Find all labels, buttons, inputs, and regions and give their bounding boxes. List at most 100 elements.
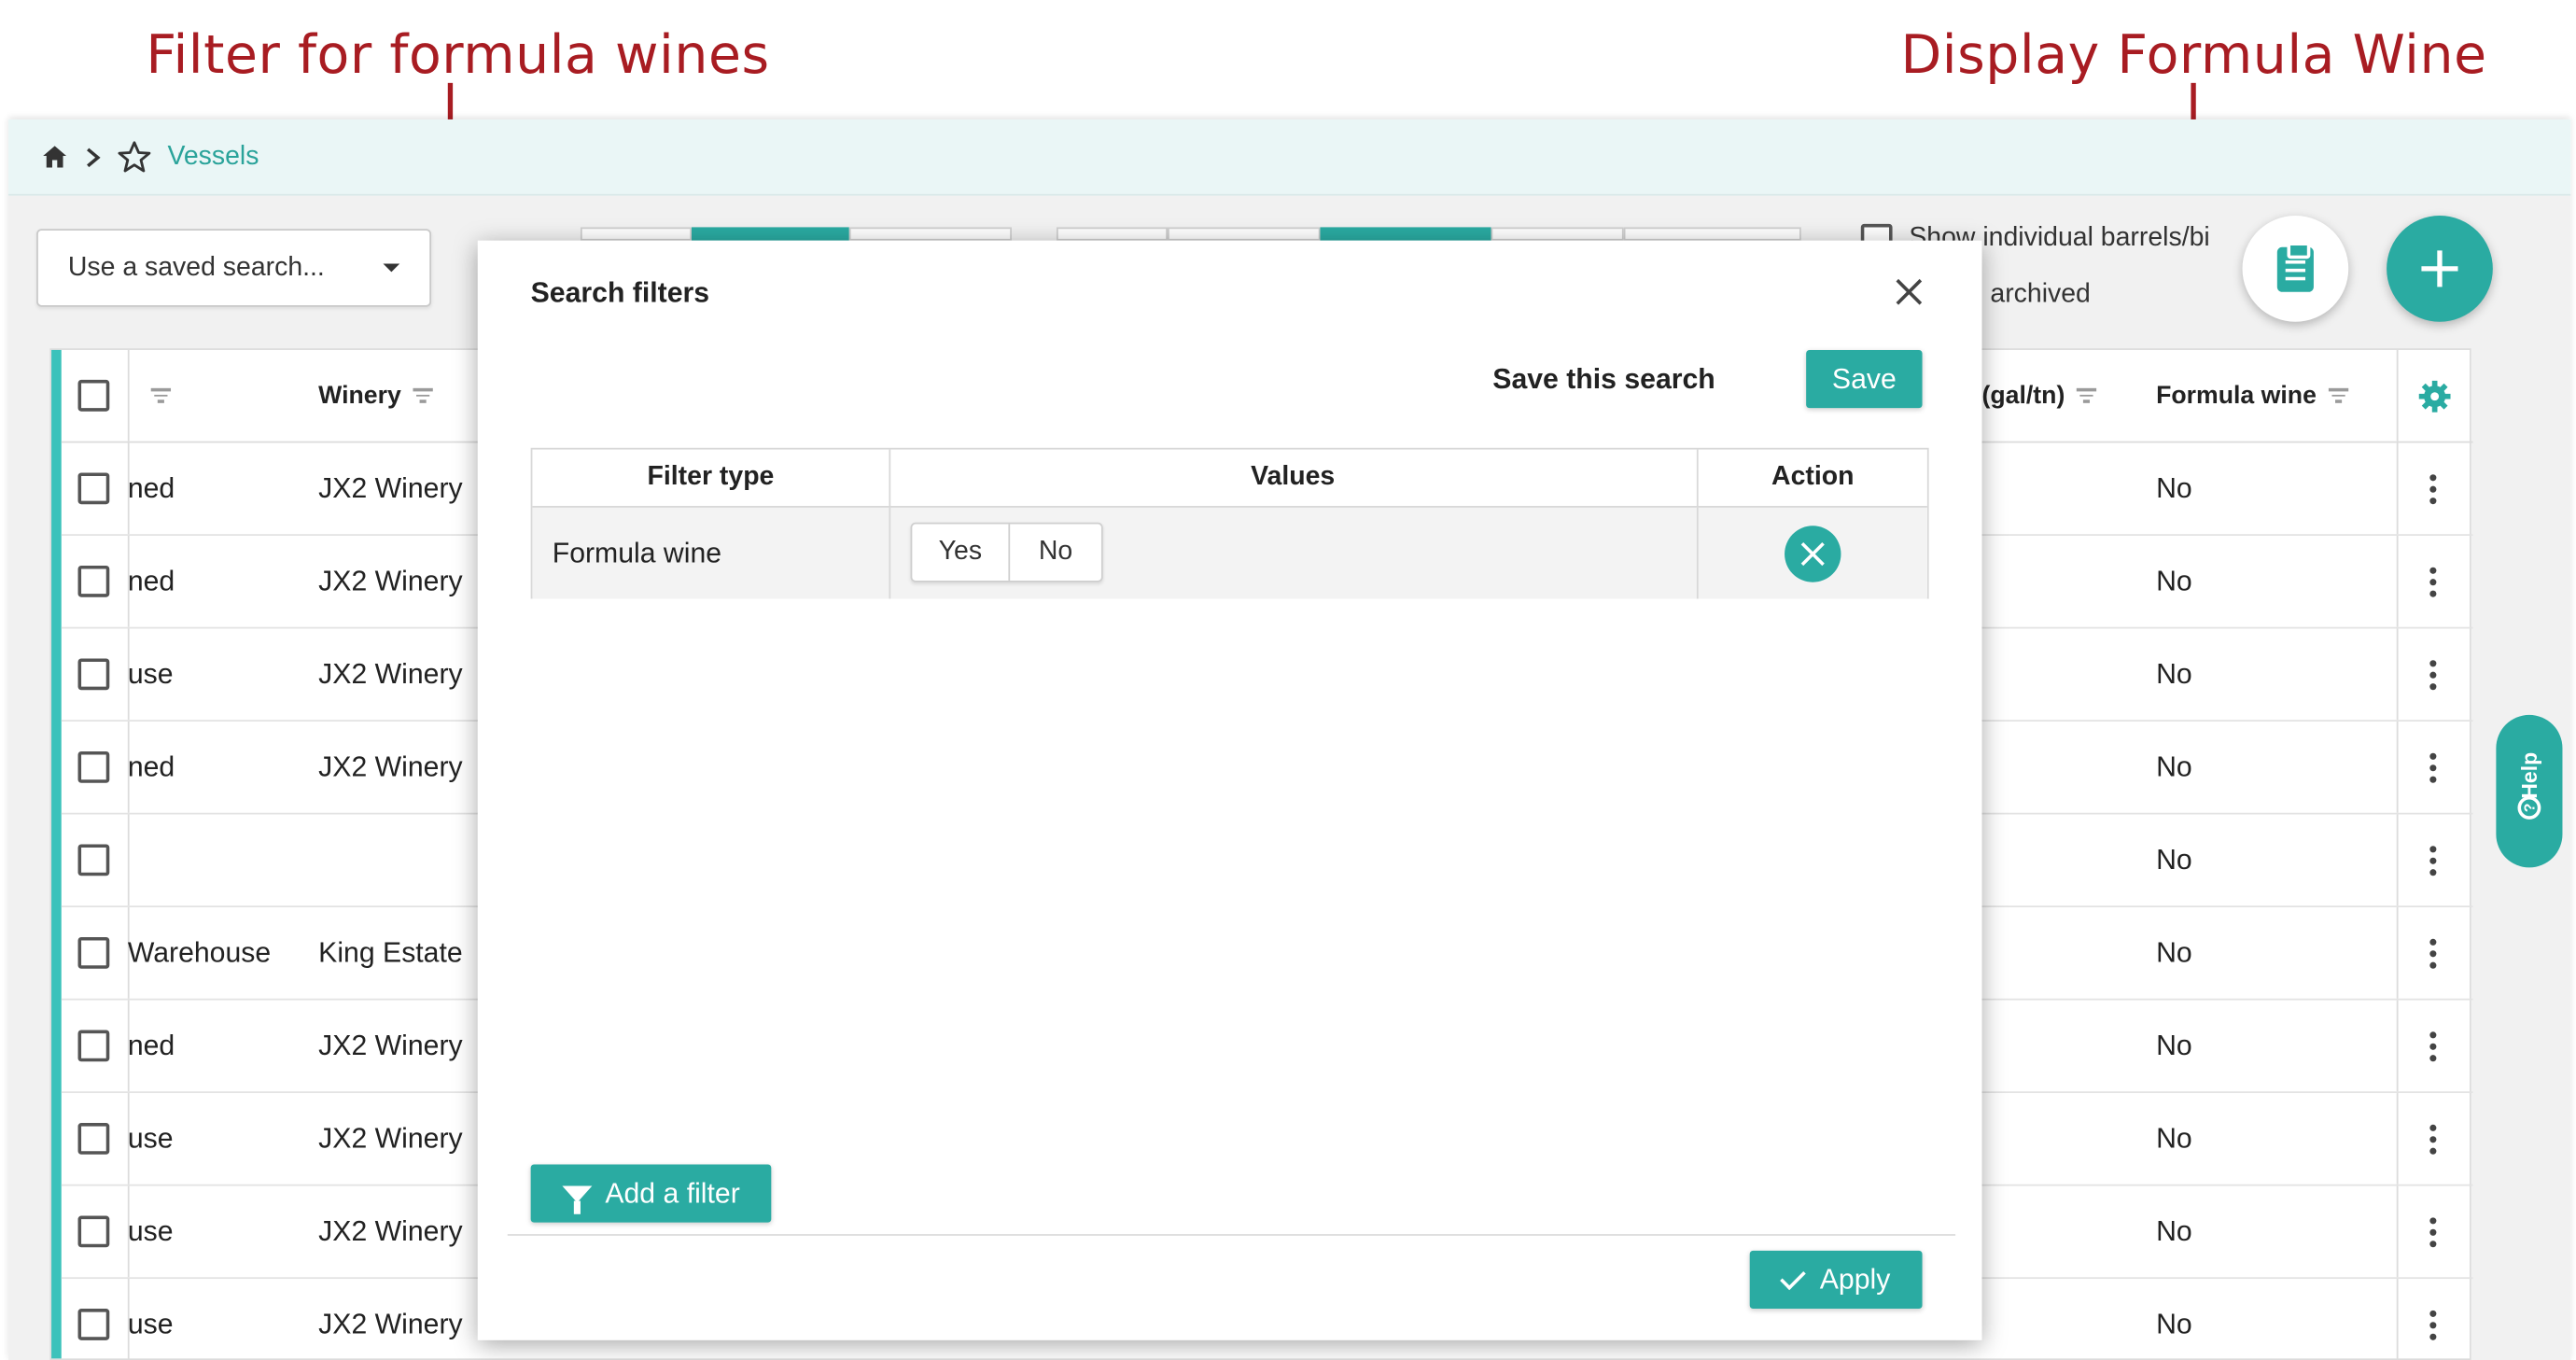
row-menu-icon[interactable] — [2429, 473, 2437, 504]
search-filters-modal: Search filters Save this search Save Fil… — [477, 240, 1982, 1340]
row-location: ned — [127, 1029, 175, 1061]
saved-search-select[interactable]: Use a saved search... — [36, 229, 432, 307]
row-winery: JX2 Winery — [318, 1122, 463, 1154]
close-icon[interactable] — [1891, 273, 1927, 310]
row-winery: JX2 Winery — [318, 1214, 463, 1247]
table-accent-bar — [51, 349, 62, 1359]
archived-label: archived — [1990, 280, 2091, 309]
add-filter-button[interactable]: Add a filter — [530, 1164, 772, 1223]
row-location: ned — [127, 565, 175, 596]
row-formula-wine: No — [2156, 471, 2192, 504]
status-toggle-segment[interactable] — [1056, 227, 1169, 241]
sort-icon[interactable] — [2076, 386, 2097, 406]
row-winery: JX2 Winery — [318, 1029, 463, 1061]
save-search-label: Save this search — [1492, 363, 1715, 395]
row-checkbox[interactable] — [77, 937, 110, 969]
saved-search-placeholder: Use a saved search... — [67, 252, 325, 282]
annotation-display-label: Display Formula Wine — [1900, 22, 2487, 87]
filter-row: Formula wine Yes No — [532, 505, 1927, 599]
help-tab[interactable]: Help ? — [2496, 714, 2563, 868]
home-icon[interactable] — [41, 145, 67, 170]
yes-no-toggle[interactable]: Yes No — [910, 522, 1103, 582]
row-formula-wine: No — [2156, 1122, 2192, 1154]
row-winery: JX2 Winery — [318, 565, 463, 596]
select-all-checkbox[interactable] — [77, 379, 110, 412]
row-winery: JX2 Winery — [318, 471, 463, 504]
row-checkbox[interactable] — [77, 1309, 110, 1340]
row-checkbox[interactable] — [77, 750, 110, 783]
row-location: use — [127, 1214, 174, 1247]
row-checkbox[interactable] — [77, 472, 110, 505]
row-formula-wine: No — [2156, 1214, 2192, 1247]
modal-divider — [507, 1234, 1956, 1236]
plus-icon — [2421, 250, 2458, 287]
apply-button[interactable]: Apply — [1749, 1250, 1923, 1310]
filters-table: Filter type Values Action Formula wine Y… — [530, 447, 1929, 599]
apply-label: Apply — [1819, 1263, 1891, 1295]
modal-title: Search filters — [530, 276, 710, 309]
filter-type-value: Formula wine — [552, 536, 722, 568]
row-menu-icon[interactable] — [2429, 937, 2437, 968]
row-winery: King Estate — [318, 936, 463, 968]
header-gal-tn[interactable]: (gal/tn) — [1982, 382, 2065, 410]
header-winery[interactable]: Winery — [318, 382, 401, 410]
row-location: use — [127, 1122, 174, 1154]
row-formula-wine: No — [2156, 657, 2192, 690]
row-menu-icon[interactable] — [2429, 1216, 2437, 1247]
row-checkbox[interactable] — [77, 844, 110, 876]
row-menu-icon[interactable] — [2429, 845, 2437, 876]
row-location: Warehouse — [127, 936, 272, 968]
row-location: use — [127, 657, 174, 690]
row-winery: JX2 Winery — [318, 1308, 463, 1339]
row-menu-icon[interactable] — [2429, 659, 2437, 690]
row-checkbox[interactable] — [77, 658, 110, 691]
star-outline-icon[interactable] — [118, 141, 151, 173]
yes-option[interactable]: Yes — [912, 524, 1011, 581]
sort-icon[interactable] — [2328, 386, 2348, 406]
clipboard-button[interactable] — [2242, 216, 2349, 322]
row-location: ned — [127, 750, 175, 782]
sort-icon[interactable] — [150, 386, 172, 406]
row-formula-wine: No — [2156, 843, 2192, 876]
status-toggle-segment-active[interactable] — [1320, 227, 1491, 241]
row-menu-icon[interactable] — [2429, 1123, 2437, 1154]
filter-funnel-icon — [562, 1185, 593, 1213]
add-filter-label: Add a filter — [605, 1176, 740, 1209]
row-location: ned — [127, 471, 175, 504]
action-header: Action — [1771, 462, 1855, 491]
row-formula-wine: No — [2156, 936, 2192, 968]
view-toggle-segment-active[interactable] — [692, 227, 849, 241]
row-checkbox[interactable] — [77, 1215, 110, 1248]
no-option[interactable]: No — [1010, 525, 1101, 581]
status-toggle-segment[interactable] — [1491, 227, 1624, 241]
header-formula-wine[interactable]: Formula wine — [2156, 382, 2317, 410]
breadcrumb-vessels-link[interactable]: Vessels — [167, 142, 259, 172]
add-vessel-button[interactable] — [2387, 216, 2493, 322]
row-location: use — [127, 1308, 174, 1339]
row-formula-wine: No — [2156, 1308, 2192, 1339]
help-label: Help — [2516, 751, 2542, 799]
chevron-right-icon — [87, 147, 101, 167]
status-toggle-segment[interactable] — [1168, 227, 1321, 241]
settings-gear-icon[interactable] — [2418, 379, 2452, 413]
row-menu-icon[interactable] — [2429, 1031, 2437, 1061]
row-checkbox[interactable] — [77, 1030, 110, 1062]
clipboard-icon — [2276, 241, 2314, 291]
row-checkbox[interactable] — [77, 1123, 110, 1155]
values-header: Values — [1251, 462, 1336, 491]
remove-filter-button[interactable] — [1785, 526, 1841, 582]
status-toggle-segment[interactable] — [1623, 227, 1801, 241]
save-search-button[interactable]: Save — [1806, 349, 1923, 409]
check-icon — [1780, 1263, 1807, 1290]
row-menu-icon[interactable] — [2429, 751, 2437, 782]
view-toggle-segment[interactable] — [580, 227, 693, 241]
breadcrumb: Vessels — [7, 119, 2571, 196]
help-question-icon: ? — [2517, 795, 2541, 820]
row-menu-icon[interactable] — [2429, 566, 2437, 596]
row-winery: JX2 Winery — [318, 657, 463, 690]
row-formula-wine: No — [2156, 750, 2192, 782]
row-menu-icon[interactable] — [2429, 1309, 2437, 1339]
view-toggle-segment[interactable] — [848, 227, 1012, 241]
row-checkbox[interactable] — [77, 565, 110, 597]
sort-icon[interactable] — [413, 386, 433, 406]
